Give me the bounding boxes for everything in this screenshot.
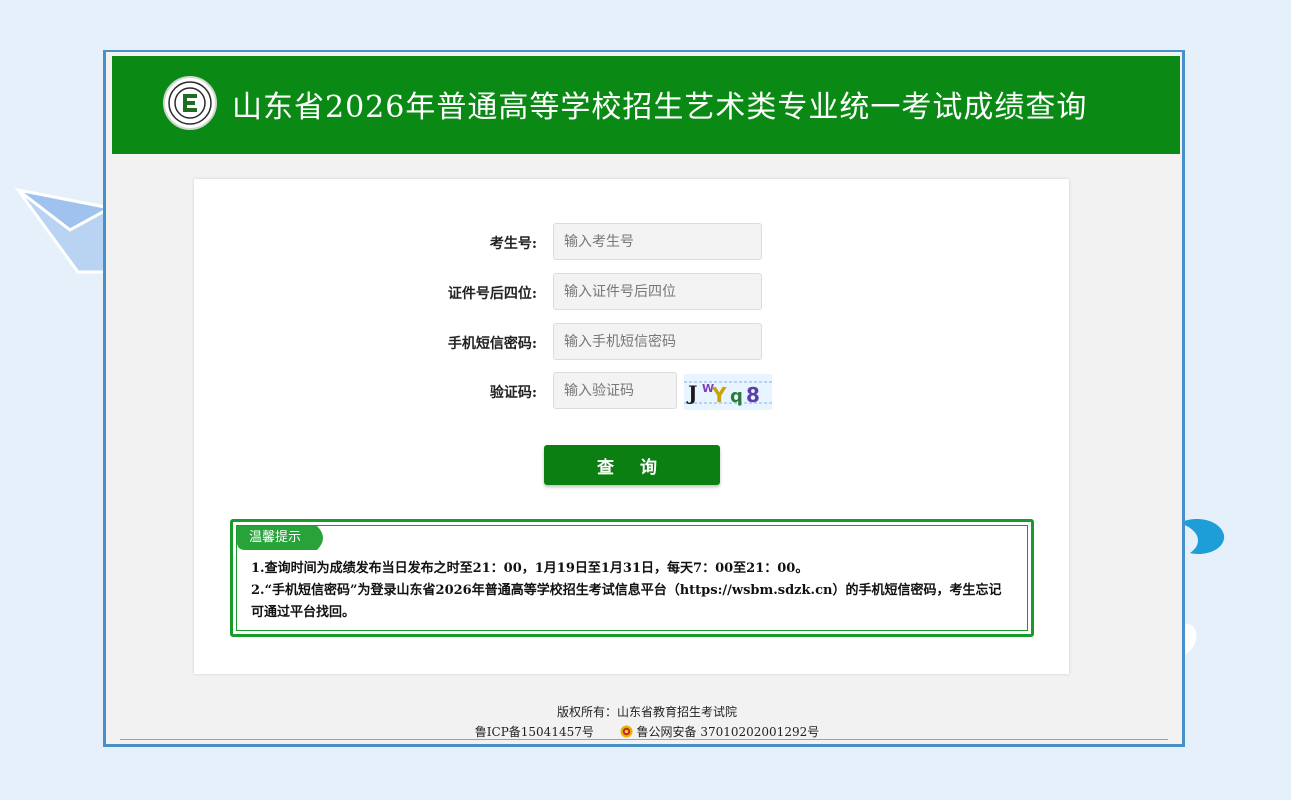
id-last4-input[interactable] (553, 273, 762, 310)
icp-link[interactable]: 鲁ICP备15041457号 (475, 725, 594, 739)
exam-no-label: 考生号: (489, 236, 537, 252)
svg-text:8: 8 (746, 383, 760, 407)
page-title: 山东省2026年普通高等学校招生艺术类专业统一考试成绩查询 (232, 90, 1088, 125)
main-frame: 山东省2026年普通高等学校招生艺术类专业统一考试成绩查询 考生号: 证件号后四… (103, 50, 1185, 747)
exam-no-input[interactable] (553, 223, 762, 260)
page-footer: 版权所有：山东省教育招生考试院 鲁ICP备15041457号 鲁公网安备 370… (106, 702, 1188, 742)
captcha-row: 验证码: J W Y q 8 (194, 372, 1069, 410)
copyright-text: 版权所有：山东省教育招生考试院 (556, 705, 737, 719)
query-form-card: 考生号: 证件号后四位: 手机短信密码: 验证码: J W Y q 8 (194, 179, 1069, 674)
captcha-image[interactable]: J W Y q 8 (684, 374, 772, 410)
sms-password-row: 手机短信密码: (194, 323, 1069, 361)
sms-password-input[interactable] (553, 323, 762, 360)
captcha-input[interactable] (553, 372, 677, 409)
sms-password-label: 手机短信密码: (447, 336, 537, 352)
police-badge-icon (620, 725, 633, 738)
tips-line-2: 2.“手机短信密码”为登录山东省2026年普通高等学校招生考试信息平台（http… (251, 583, 1002, 620)
query-button[interactable]: 查 询 (544, 445, 720, 485)
svg-text:J: J (686, 381, 697, 405)
tips-content: 1.查询时间为成绩发布当日发布之时至21：00，1月19日至1月31日，每天7：… (251, 558, 1011, 624)
svg-text:q: q (730, 386, 743, 407)
svg-text:Y: Y (711, 383, 727, 407)
cloud-decoration (1178, 519, 1225, 656)
tips-box: 温馨提示 1.查询时间为成绩发布当日发布之时至21：00，1月19日至1月31日… (230, 519, 1034, 637)
id-last4-label: 证件号后四位: (447, 286, 537, 302)
institution-logo (163, 76, 217, 130)
page-header: 山东省2026年普通高等学校招生艺术类专业统一考试成绩查询 (112, 56, 1180, 154)
exam-no-row: 考生号: (194, 223, 1069, 261)
police-record-link[interactable]: 鲁公网安备 37010202001292号 (637, 725, 820, 739)
tips-title: 温馨提示 (249, 530, 302, 545)
frame-bottom-line (120, 739, 1168, 740)
tips-line-1: 1.查询时间为成绩发布当日发布之时至21：00，1月19日至1月31日，每天7：… (251, 561, 809, 576)
id-last4-row: 证件号后四位: (194, 273, 1069, 311)
paper-plane-decoration (14, 187, 110, 274)
captcha-label: 验证码: (489, 385, 537, 401)
